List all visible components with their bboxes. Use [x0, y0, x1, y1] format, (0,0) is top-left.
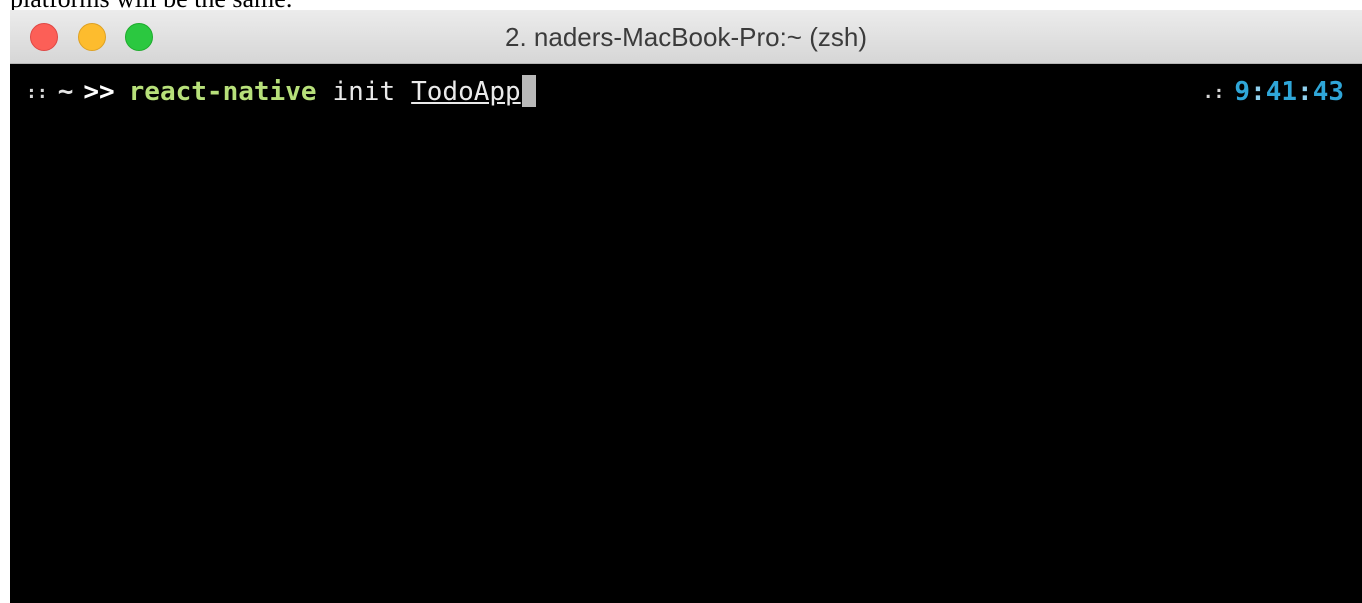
clock-separator: : — [1297, 77, 1313, 107]
command-subcommand: init — [332, 77, 396, 107]
clock-hours: 9 — [1234, 77, 1251, 107]
clock-minutes: 41 — [1265, 77, 1298, 107]
terminal-window: 2. naders-MacBook-Pro:~ (zsh) :: ~ >> react… — [10, 10, 1362, 603]
window-title: 2. naders-MacBook-Pro:~ (zsh) — [505, 22, 867, 52]
clock-separator: : — [1250, 77, 1266, 107]
text-cursor — [521, 74, 536, 107]
clock-seconds: 43 — [1312, 77, 1344, 107]
right-prompt-marker: .: — [1202, 81, 1225, 103]
prompt-directory: ~ — [57, 77, 74, 107]
clock: 9:41:43 — [1234, 77, 1344, 107]
right-prompt: .: 9:41:43 — [1203, 74, 1344, 110]
prompt-marker: :: — [26, 81, 48, 103]
terminal-area[interactable]: :: ~ >> react-native init TodoApp .: 9:41:43 — [10, 64, 1362, 603]
prompt-arrow: >> — [83, 77, 115, 107]
title-bar[interactable]: 2. naders-MacBook-Pro:~ (zsh) — [10, 10, 1362, 64]
command-argument: TodoApp — [411, 77, 521, 107]
command-name: react-native — [128, 77, 317, 107]
command-line[interactable]: :: ~ >> react-native init TodoApp — [26, 74, 536, 110]
